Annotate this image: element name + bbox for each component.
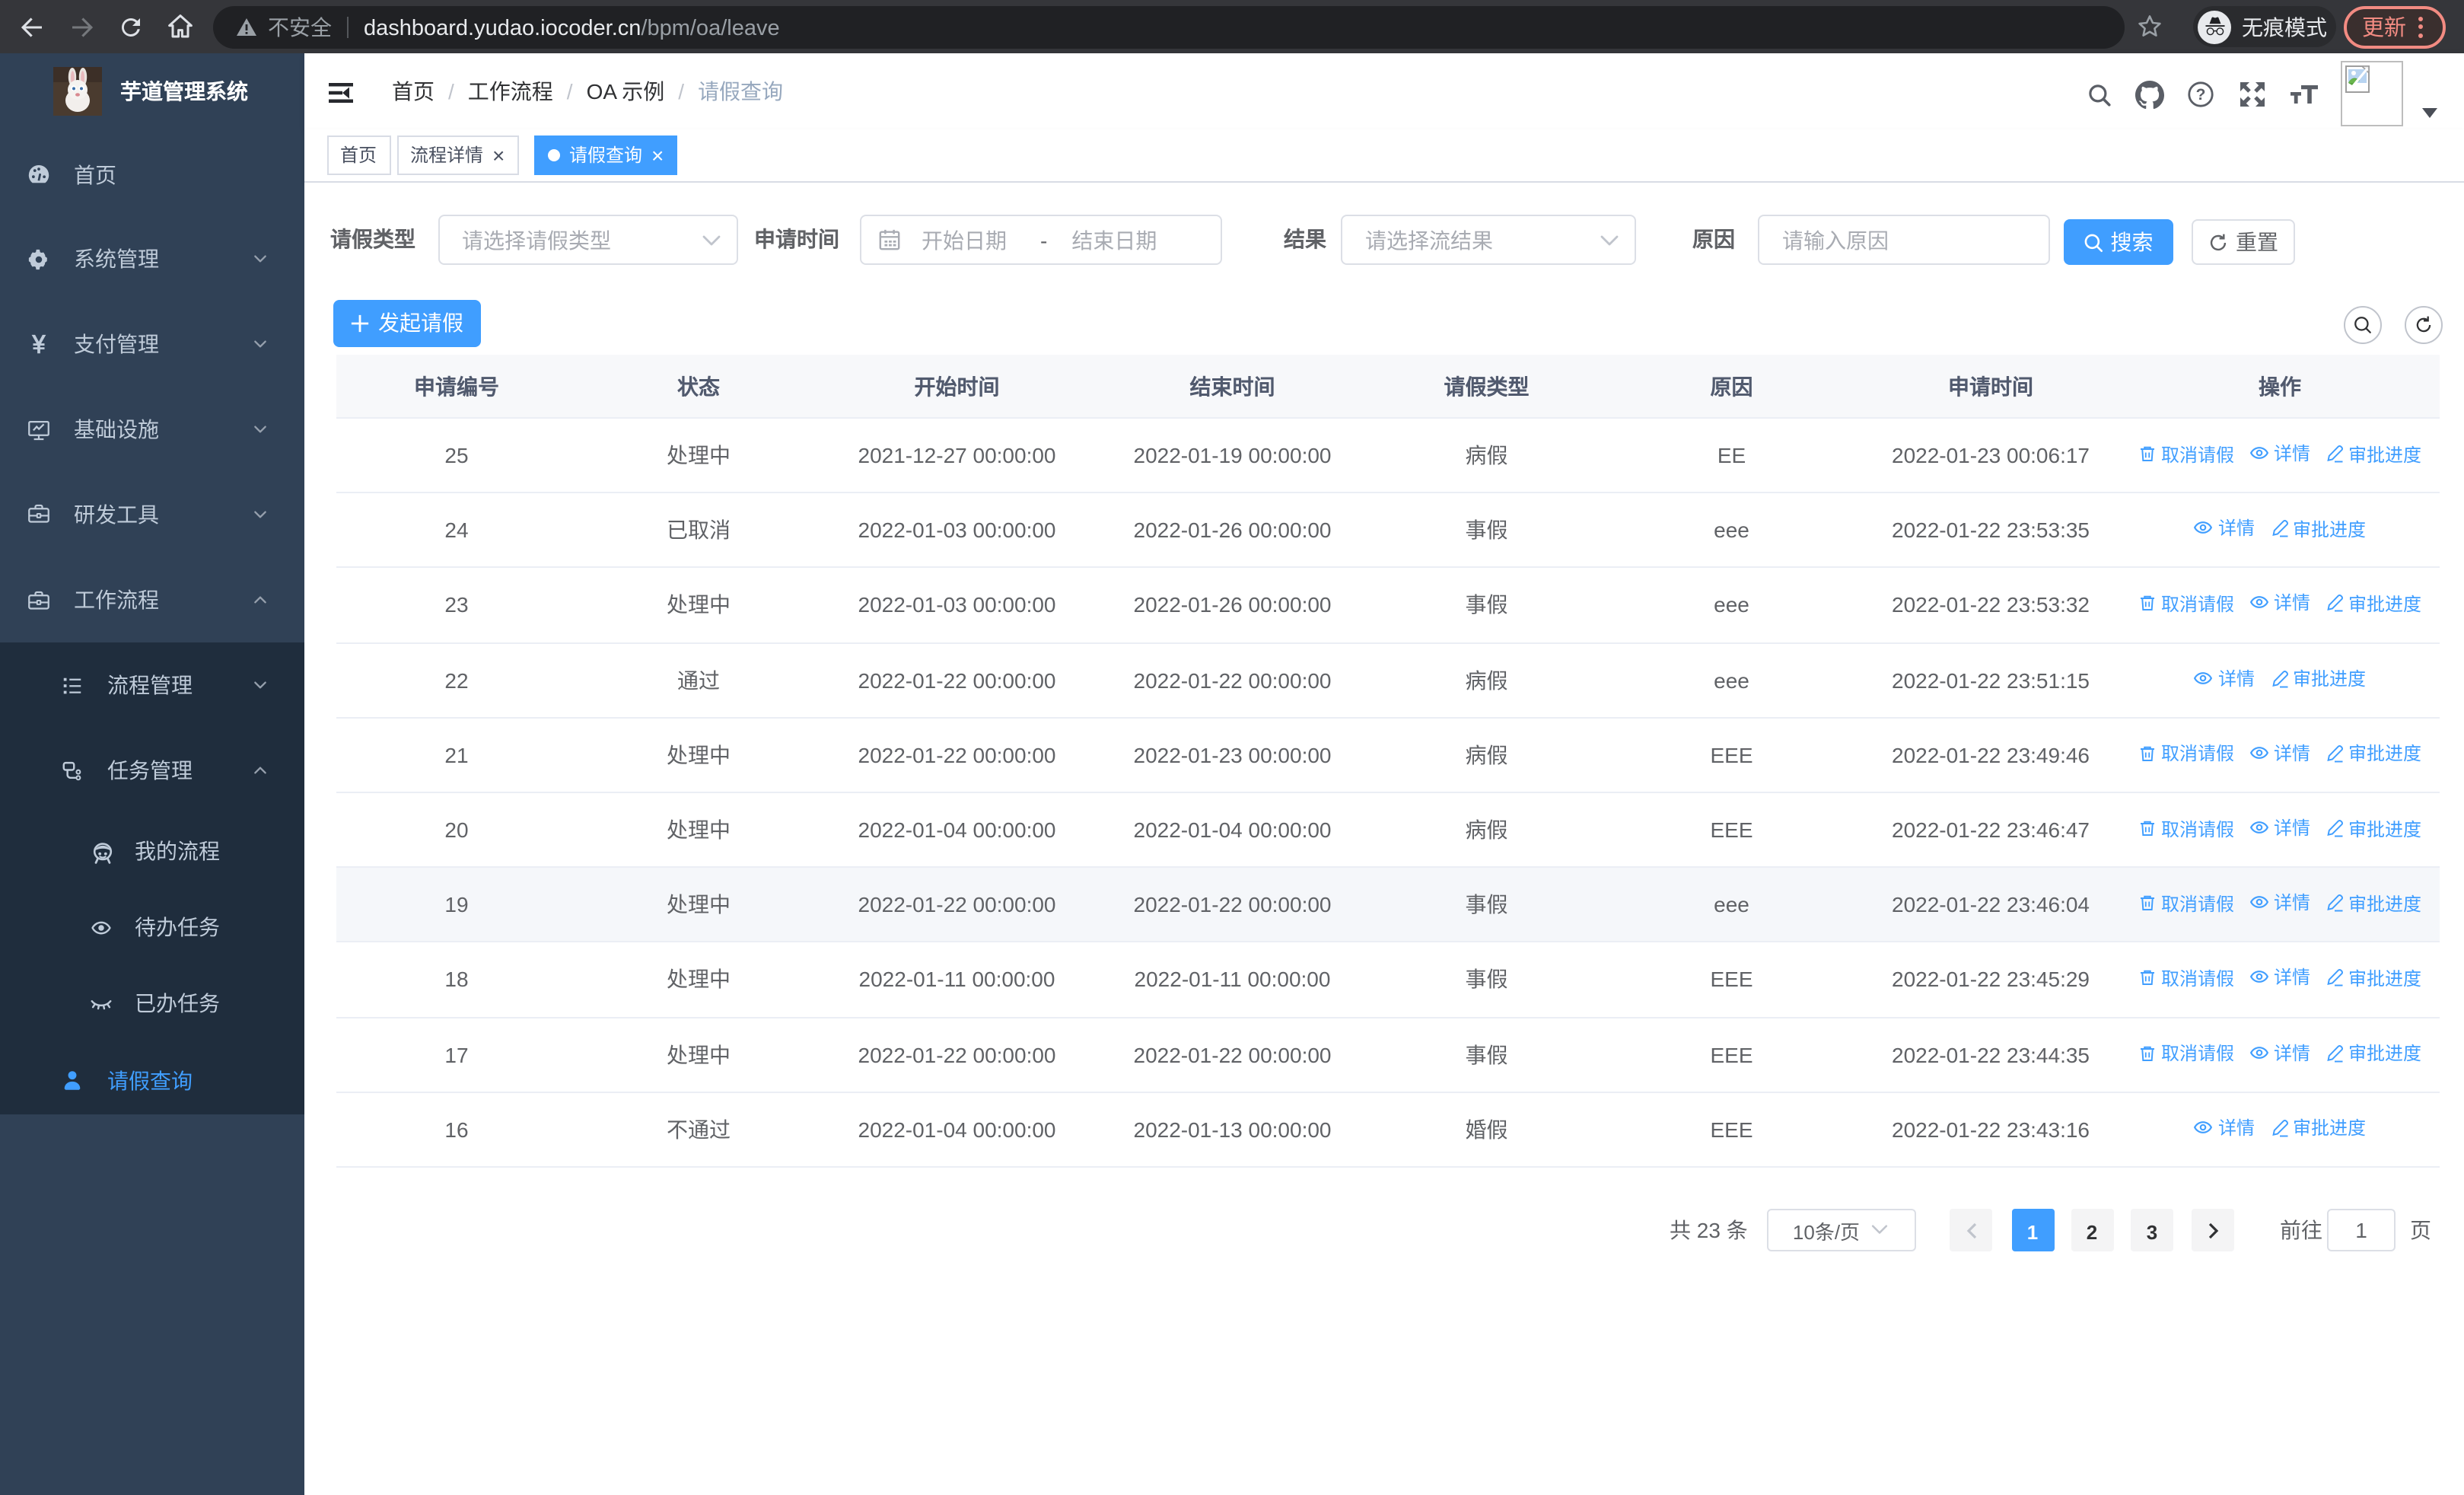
svg-text:?: ? xyxy=(2196,86,2206,104)
